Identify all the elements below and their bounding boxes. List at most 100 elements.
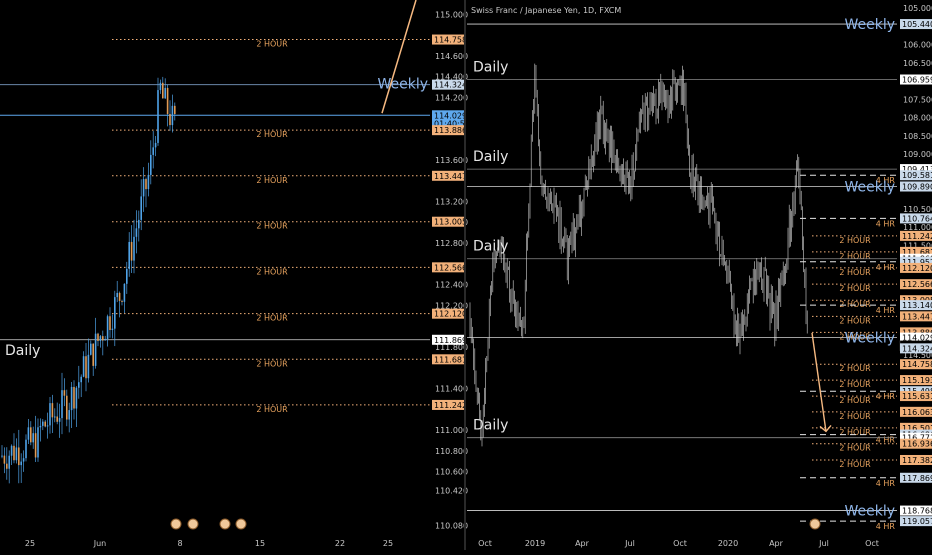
right-weekly-label: Weekly — [844, 331, 895, 347]
left-candle-body — [44, 421, 46, 427]
right-price-tag-text: 112.120 — [902, 264, 932, 273]
right-4hr-label: 4 HR — [876, 219, 896, 228]
right-4hr-label: 4 HR — [876, 479, 896, 488]
right-level-label: 2 HOUR — [839, 252, 871, 261]
event-marker-icon[interactable] — [219, 518, 231, 530]
right-price-tag-text: 109.890 — [902, 183, 932, 192]
right-x-tick: 2020 — [718, 539, 738, 548]
left-candle-body — [70, 386, 73, 411]
right-y-tick: 108.000 — [903, 114, 932, 123]
right-level-label: 2 HOUR — [839, 380, 871, 389]
event-marker-icon[interactable] — [235, 518, 247, 530]
left-y-tick: 112.400 — [435, 281, 468, 290]
left-candle-body — [80, 376, 82, 383]
left-candle-body — [145, 179, 147, 190]
left-candle-body — [133, 236, 135, 261]
left-candle-body — [15, 447, 18, 461]
left-y-tick: 113.600 — [435, 156, 468, 165]
left-price-tag-text: 111.869 — [434, 336, 467, 345]
right-price-tag-text: 114.324 — [902, 344, 932, 353]
left-candle-body — [174, 105, 176, 115]
right-price-tag-text: 116.063 — [902, 408, 932, 417]
right-price-tag-text: 115.631 — [902, 392, 932, 401]
left-y-tick: 110.080 — [435, 522, 468, 531]
left-candle-body — [46, 425, 49, 427]
left-candle-body — [1, 455, 3, 457]
right-y-tick: 110.500 — [903, 205, 932, 214]
right-price-tag-text: 114.758 — [902, 360, 932, 369]
left-y-tick: 114.600 — [435, 52, 468, 61]
right-price-tag-text: 113.447 — [902, 312, 932, 321]
left-candle-body — [34, 433, 37, 458]
left-candle-body — [135, 228, 138, 237]
right-weekly-label: Weekly — [844, 504, 895, 520]
right-price-tag-text: 116.936 — [902, 440, 932, 449]
right-x-tick: 2019 — [525, 539, 545, 548]
chart-canvas[interactable]: 2 HOUR 2 HOUR 2 HOUR 2 HOUR 2 HOUR 2 HOUR 2 HO… — [0, 0, 932, 550]
right-y-tick: 106.000 — [903, 41, 932, 50]
left-candle-body — [54, 416, 56, 418]
right-daily-label: Daily — [473, 239, 508, 255]
left-level-label: 2 HOUR — [256, 405, 288, 414]
left-candle-body — [99, 336, 102, 341]
right-level-label: 2 HOUR — [839, 284, 871, 293]
left-x-tick: 25 — [383, 539, 393, 548]
left-candle-body — [66, 395, 68, 420]
right-level-label: 2 HOUR — [839, 236, 871, 245]
right-price-tag-text: 112.566 — [902, 280, 932, 289]
right-level-label: 2 HOUR — [839, 316, 871, 325]
right-price-tag-text: 119.057 — [902, 517, 932, 526]
left-y-tick: 110.420 — [435, 486, 468, 495]
right-price-tag-text: 105.440 — [902, 20, 932, 29]
left-candle-body — [166, 87, 169, 115]
left-candle-body — [102, 336, 104, 341]
left-x-tick: 25 — [25, 539, 35, 548]
right-price-tag-text: 118.768 — [902, 507, 932, 516]
left-level-label: 2 HOUR — [256, 359, 288, 368]
right-level-label: 2 HOUR — [839, 396, 871, 405]
right-daily-label: Daily — [473, 149, 508, 165]
left-level-label: 2 HOUR — [256, 267, 288, 276]
right-x-tick: Jul — [624, 539, 635, 548]
left-candle-body — [106, 316, 109, 339]
event-marker-icon[interactable] — [170, 518, 182, 530]
right-level-label: 2 HOUR — [839, 460, 871, 469]
left-weekly-label: Weekly — [377, 77, 428, 93]
right-daily-label: Daily — [473, 418, 508, 434]
left-x-tick: 8 — [177, 539, 182, 548]
right-x-tick: Oct — [673, 539, 687, 548]
left-price-tag-text: 113.886 — [434, 126, 467, 135]
left-price-tag-text: 112.566 — [434, 263, 467, 272]
left-y-tick: 112.800 — [435, 239, 468, 248]
left-candle-body — [75, 387, 78, 409]
right-y-tick: 109.000 — [903, 150, 932, 159]
right-price-tag-text: 109.581 — [902, 171, 932, 180]
left-candle-body — [111, 328, 114, 330]
left-candle-body — [92, 343, 94, 366]
left-candle-body — [123, 283, 126, 302]
right-4hr-label: 4 HR — [876, 306, 896, 315]
right-price-tag-text: 110.764 — [902, 214, 932, 223]
left-candle-body — [56, 416, 58, 422]
left-candle-body — [157, 90, 159, 143]
right-x-tick: Apr — [575, 539, 590, 548]
left-y-tick: 110.600 — [435, 468, 468, 477]
left-candle-body — [58, 418, 61, 422]
left-candle-body — [63, 390, 66, 396]
right-x-tick: Jul — [818, 539, 829, 548]
left-candle-body — [22, 458, 25, 462]
right-level-label: 2 HOUR — [839, 412, 871, 421]
left-candle-body — [25, 439, 27, 459]
left-y-tick: 110.800 — [435, 447, 468, 456]
right-weekly-label: Weekly — [844, 17, 895, 33]
left-candle-body — [90, 343, 92, 355]
left-candle-body — [20, 461, 22, 466]
event-marker-icon[interactable] — [187, 518, 199, 530]
left-y-tick: 111.000 — [435, 426, 468, 435]
event-marker-icon[interactable] — [809, 518, 821, 530]
left-candle-body — [164, 87, 166, 99]
right-4hr-label: 4 HR — [876, 522, 896, 531]
left-candle-body — [61, 390, 63, 419]
left-candle-body — [154, 142, 157, 148]
chart-workspace: 2 HOUR 2 HOUR 2 HOUR 2 HOUR 2 HOUR 2 HOUR 2 HO… — [0, 0, 932, 550]
